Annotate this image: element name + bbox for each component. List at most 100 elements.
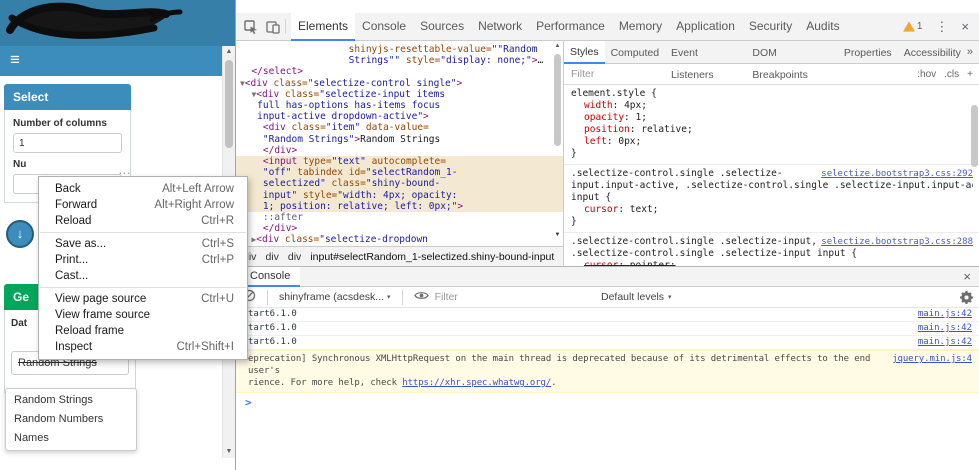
inspect-element-icon[interactable]	[244, 19, 258, 34]
dom-tree-line[interactable]: ::after	[236, 212, 563, 223]
breadcrumb-item[interactable]: div	[265, 251, 278, 263]
live-expression-eye-icon[interactable]	[413, 290, 429, 304]
console-warning: jquery.min.js:4 eprecation] Synchronous X…	[236, 350, 979, 393]
tab-performance[interactable]: Performance	[529, 13, 612, 39]
console-url-link[interactable]: https://xhr.spec.whatwg.org/	[402, 378, 551, 388]
tab-accessibility[interactable]: Accessibility	[898, 42, 967, 63]
menu-item-print[interactable]: Print... Ctrl+P	[39, 252, 247, 268]
elements-scrollbar-thumb[interactable]	[554, 54, 561, 146]
dom-tree-line[interactable]: input" style="width: 4px; opacity:	[236, 189, 563, 201]
dom-tree-line[interactable]: shinyjs-resettable-value=""Random	[236, 44, 563, 55]
console-message: main.js:42 tart6.1.0	[236, 322, 979, 336]
styles-tab-strip: Styles Computed Event Listeners DOM Breakpo…	[564, 41, 979, 81]
console-context-selector[interactable]: shinyframe (acsdesk... ▾	[279, 291, 391, 303]
stylesheet-link[interactable]: selectize.bootstrap3.css:288	[821, 236, 973, 248]
tab-console-drawer[interactable]: Console	[240, 266, 301, 287]
dom-tree-line[interactable]: selectized" class="shiny-bound-	[236, 178, 563, 190]
styles-toggles: :hov .cls +	[917, 69, 973, 80]
dom-tree-line[interactable]: ▶<div class="selectize-dropdown	[236, 234, 563, 245]
styles-toggle[interactable]: :hov	[917, 69, 936, 80]
console-settings-gear-icon[interactable]	[960, 291, 973, 307]
css-property[interactable]: position: relative;	[571, 124, 973, 136]
more-options-ellipsis-icon[interactable]: …	[118, 162, 132, 177]
console-prompt[interactable]: >	[236, 393, 979, 409]
tab-network[interactable]: Network	[471, 13, 529, 39]
number-of-columns-input[interactable]	[13, 133, 122, 153]
dom-tree-line[interactable]: <input type="text" autocomplete=	[236, 156, 563, 168]
dom-tree-line[interactable]: ▼<div class="selectize-control single">	[236, 78, 563, 89]
dom-tree-line[interactable]: 1; position: relative; left: 0px;">	[236, 200, 563, 213]
elements-scroll-down-arrow[interactable]: ▼	[553, 232, 562, 238]
tab-console[interactable]: Console	[355, 13, 413, 39]
drawer-close-icon[interactable]: ×	[963, 269, 971, 284]
css-property[interactable]: cursor: text;	[571, 204, 973, 216]
warnings-badge[interactable]: 1	[902, 21, 922, 32]
scroll-down-arrow[interactable]: ▼	[223, 446, 235, 458]
dropdown-option[interactable]: Random Numbers	[6, 410, 136, 429]
sidebar-toggle-icon[interactable]: ≡	[10, 50, 20, 70]
stylesheet-link[interactable]: selectize.bootstrap3.css:292	[821, 168, 973, 180]
menu-item-back[interactable]: Back Alt+Left Arrow	[39, 181, 247, 197]
scroll-up-arrow[interactable]: ▲	[223, 46, 235, 58]
dom-tree-line[interactable]: "Random Strings">Random Strings	[236, 134, 563, 145]
css-property[interactable]: width: 4px;	[571, 100, 973, 112]
dom-tree-line[interactable]: </div>	[236, 145, 563, 156]
styles-filter-input[interactable]: Filter	[571, 68, 594, 80]
tab-properties[interactable]: Properties	[838, 42, 898, 63]
dom-tree-line[interactable]: full has-options has-items focus	[236, 100, 563, 111]
dropdown-option[interactable]: Names	[6, 429, 136, 448]
dom-tree-line[interactable]: "off" tabindex id="selectRandom_1-	[236, 167, 563, 179]
source-link[interactable]: main.js:42	[918, 308, 972, 321]
dom-tree-line[interactable]: Strings"" style="display: none;">…	[236, 55, 563, 66]
source-link[interactable]: jquery.min.js:4	[892, 353, 972, 365]
tab-application[interactable]: Application	[669, 13, 742, 39]
chevron-down-icon: ▾	[668, 294, 672, 301]
styles-toggle[interactable]: .cls	[944, 69, 959, 80]
tab-memory[interactable]: Memory	[612, 13, 669, 39]
breadcrumb-item[interactable]: input#selectRandom_1-selectized.shiny-bo…	[310, 251, 554, 263]
menu-item-cast[interactable]: Cast...	[39, 268, 247, 284]
tab-elements[interactable]: Elements	[291, 12, 356, 41]
styles-scrollbar-thumb[interactable]	[971, 105, 978, 167]
dom-tree-line[interactable]: <div class="item" data-value=	[236, 122, 563, 133]
menu-separator	[40, 232, 246, 233]
styles-toggle[interactable]: +	[967, 69, 973, 80]
console-levels-dropdown[interactable]: Default levels ▾	[601, 291, 672, 303]
menu-item-inspect[interactable]: Inspect Ctrl+Shift+I	[39, 339, 247, 355]
source-link[interactable]: main.js:42	[918, 336, 972, 349]
console-message: main.js:42 tart6.1.0	[236, 336, 979, 350]
devtools-menu-icon[interactable]: ⋮	[935, 20, 948, 33]
console-drawer: Console × shinyframe (acsdesk... ▾ Filte…	[236, 266, 979, 470]
css-property[interactable]: left: 0px;	[571, 136, 973, 148]
dom-tree-line[interactable]: input-active dropdown-active">	[236, 111, 563, 122]
menu-item-forward[interactable]: Forward Alt+Right Arrow	[39, 197, 247, 213]
breadcrumb-item[interactable]: div	[288, 251, 301, 263]
devtools-close-icon[interactable]: ×	[961, 20, 969, 33]
tab-dom-breakpoints[interactable]: DOM Breakpoints	[746, 42, 837, 81]
tab-computed[interactable]: Computed	[605, 42, 665, 63]
dropdown-option[interactable]: Random Strings	[6, 391, 136, 410]
menu-item-reload-frame[interactable]: Reload frame	[39, 323, 247, 339]
device-toolbar-icon[interactable]	[266, 20, 280, 34]
menu-item-view-frame-source[interactable]: View frame source	[39, 307, 247, 323]
css-property[interactable]: opacity: 1;	[571, 112, 973, 124]
console-filter-input[interactable]: Filter	[435, 291, 458, 303]
source-link[interactable]: main.js:42	[918, 322, 972, 335]
tab-sources[interactable]: Sources	[413, 13, 471, 39]
tab-audits[interactable]: Audits	[799, 13, 846, 39]
download-button[interactable]: ↓	[6, 220, 34, 248]
css-rule: selectize.bootstrap3.css:288 .selectize-c…	[564, 233, 979, 266]
tab-styles[interactable]: Styles	[564, 41, 605, 64]
dom-tree-line[interactable]: </select>	[236, 66, 563, 77]
menu-item-reload[interactable]: Reload Ctrl+R	[39, 213, 247, 229]
tab-overflow-icon[interactable]: »	[967, 46, 973, 58]
menu-item-view-page-source[interactable]: View page source Ctrl+U	[39, 291, 247, 307]
scrollbar-thumb[interactable]	[225, 60, 233, 148]
elements-scroll-up-arrow[interactable]: ▲	[553, 43, 562, 49]
dom-tree-line[interactable]: ▼<div class="selectize-input items	[236, 89, 563, 100]
tab-security[interactable]: Security	[742, 13, 799, 39]
devtools-panel: Elements Console Sources Network Performance…	[235, 0, 979, 470]
menu-item-save-as[interactable]: Save as... Ctrl+S	[39, 236, 247, 252]
tab-event-listeners[interactable]: Event Listeners	[665, 42, 746, 81]
dom-tree-line[interactable]: </div>	[236, 223, 563, 234]
